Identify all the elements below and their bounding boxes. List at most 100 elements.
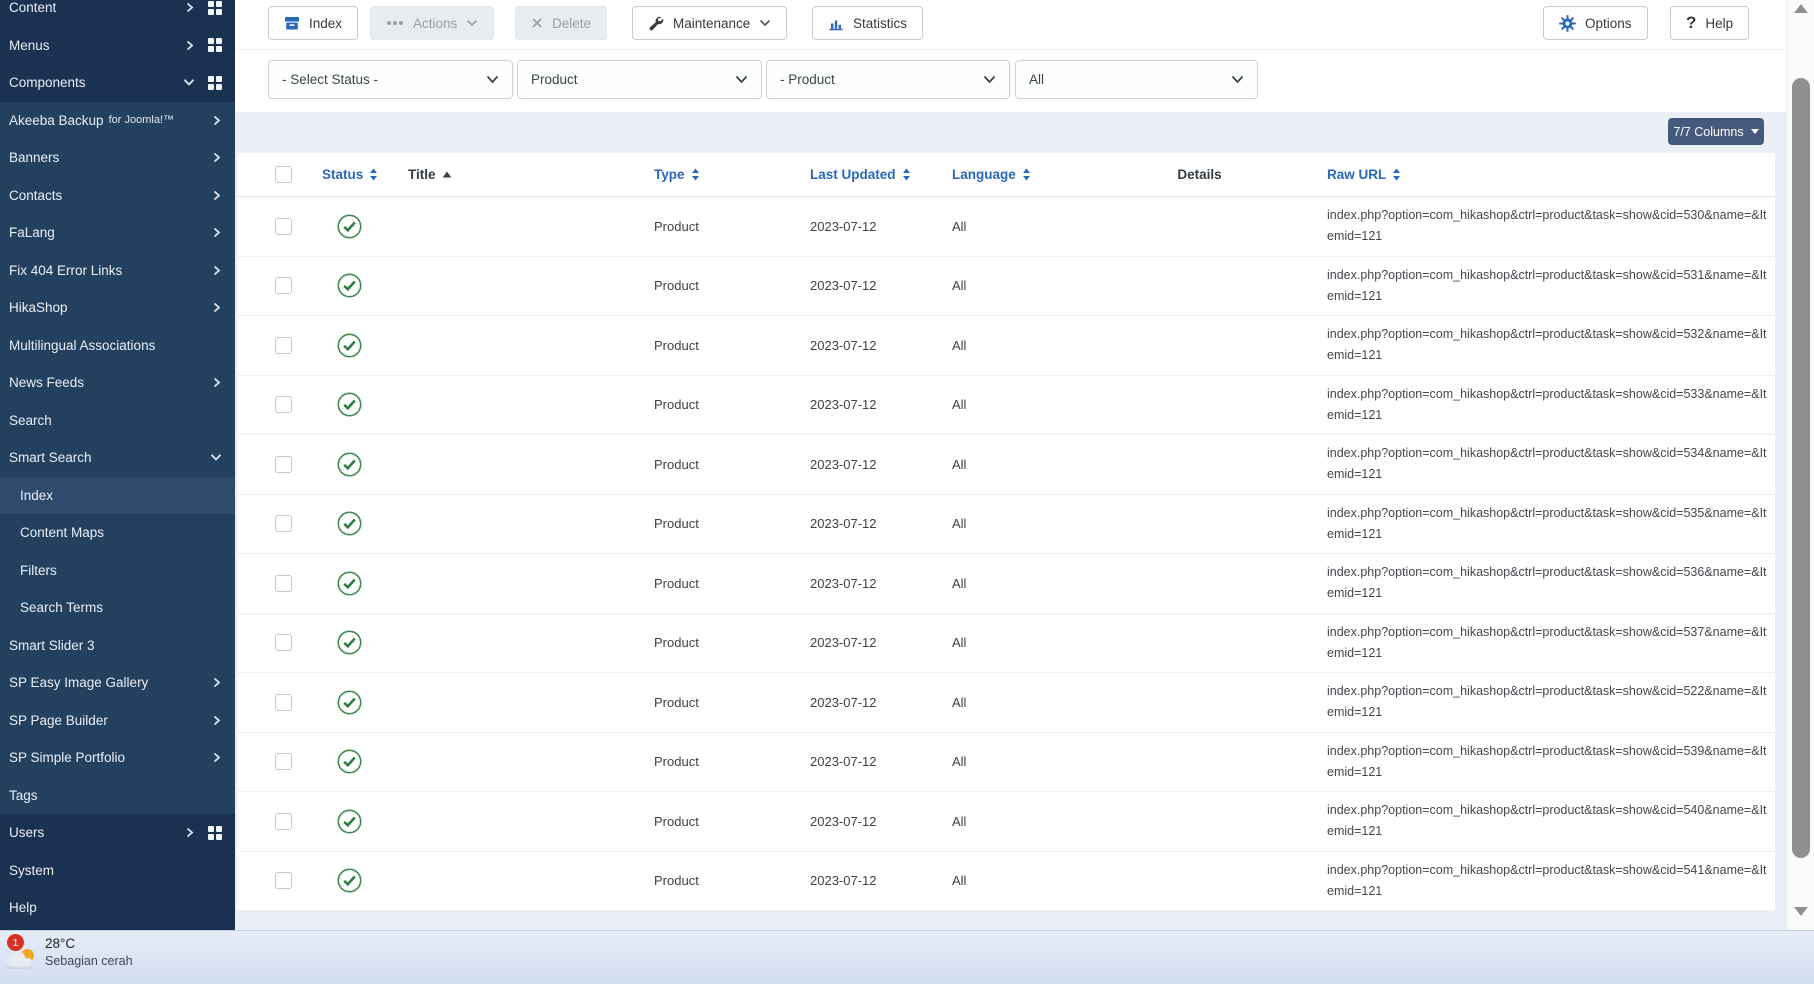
- row-checkbox[interactable]: [275, 574, 292, 592]
- row-checkbox[interactable]: [275, 872, 292, 890]
- row-checkbox[interactable]: [275, 277, 292, 295]
- sidebar-item-hikashop[interactable]: HikaShop: [0, 289, 235, 327]
- sidebar-item-users[interactable]: Users: [0, 814, 235, 852]
- scrollbar-down-arrow[interactable]: [1794, 907, 1808, 916]
- screen: Content Menus Components Akeeba Backup for J…: [0, 0, 1814, 984]
- status-published-icon[interactable]: [337, 630, 362, 655]
- maintenance-button-label: Maintenance: [673, 15, 751, 31]
- sidebar-item-tags[interactable]: Tags: [0, 777, 235, 815]
- row-raw-url: index.php?option=com_hikashop&ctrl=produ…: [1327, 386, 1767, 422]
- weather-widget[interactable]: 1 28°C Sebagian cerah: [4, 933, 164, 983]
- chevron-down-icon: [735, 75, 748, 84]
- status-published-icon[interactable]: [337, 868, 362, 893]
- sidebar-item-akeeba-backup[interactable]: Akeeba Backup for Joomla!™: [0, 102, 235, 140]
- row-raw-url: index.php?option=com_hikashop&ctrl=produ…: [1327, 743, 1767, 779]
- scrollbar-up-arrow[interactable]: [1794, 4, 1808, 13]
- sidebar-item-components[interactable]: Components: [0, 64, 235, 102]
- chevron-right-icon: [211, 265, 222, 276]
- sidebar-item-banners[interactable]: Banners: [0, 139, 235, 177]
- sidebar-item-multilingual-associations[interactable]: Multilingual Associations: [0, 327, 235, 365]
- sidebar-item-search-terms[interactable]: Search Terms: [0, 589, 235, 627]
- row-checkbox[interactable]: [275, 515, 292, 533]
- row-checkbox[interactable]: [275, 336, 292, 354]
- cloud-icon: [6, 951, 33, 969]
- row-status-cell: [307, 197, 392, 256]
- statistics-button[interactable]: Statistics: [812, 6, 924, 40]
- sidebar-item-label-suffix: for Joomla!™: [108, 114, 174, 127]
- columns-toggle-button[interactable]: 7/7 Columns: [1668, 118, 1764, 145]
- row-checkbox[interactable]: [275, 455, 292, 473]
- sidebar-item-system[interactable]: System: [0, 852, 235, 890]
- row-raw-url: index.php?option=com_hikashop&ctrl=produ…: [1327, 446, 1767, 482]
- column-header-label[interactable]: Raw URL: [1327, 167, 1386, 182]
- sidebar-item-index[interactable]: Index: [0, 476, 235, 514]
- row-type-cell: Product: [637, 554, 797, 613]
- column-header-label[interactable]: Title: [408, 167, 436, 182]
- sidebar-item-search[interactable]: Search: [0, 402, 235, 440]
- help-button[interactable]: ? Help: [1670, 6, 1750, 40]
- status-published-icon[interactable]: [337, 511, 362, 536]
- row-checkbox[interactable]: [275, 634, 292, 652]
- status-published-icon[interactable]: [337, 690, 362, 715]
- type-filter-select[interactable]: Product: [517, 60, 762, 99]
- status-published-icon[interactable]: [337, 214, 362, 239]
- status-published-icon[interactable]: [337, 333, 362, 358]
- sidebar-item-falang[interactable]: FaLang: [0, 214, 235, 252]
- scrollbar-thumb[interactable]: [1792, 78, 1810, 858]
- sidebar-item-smart-search[interactable]: Smart Search: [0, 439, 235, 477]
- statistics-button-label: Statistics: [853, 15, 908, 31]
- sidebar-item-sp-easy-image-gallery[interactable]: SP Easy Image Gallery: [0, 664, 235, 702]
- select-all-checkbox[interactable]: [275, 166, 292, 183]
- row-title-cell: [392, 554, 637, 613]
- status-filter-select[interactable]: - Select Status -: [268, 60, 513, 99]
- column-header-raw-url: Raw URL: [1327, 153, 1775, 196]
- sidebar-item-label: Smart Slider 3: [9, 637, 95, 653]
- sidebar-item-meta: [211, 677, 222, 688]
- status-published-icon[interactable]: [337, 452, 362, 477]
- status-published-icon[interactable]: [337, 571, 362, 596]
- delete-button-label: Delete: [552, 15, 592, 31]
- status-published-icon[interactable]: [337, 749, 362, 774]
- sidebar-item-help[interactable]: Help: [0, 889, 235, 927]
- row-rawurl-cell: index.php?option=com_hikashop&ctrl=produ…: [1327, 554, 1775, 613]
- sidebar-item-content[interactable]: Content: [0, 0, 235, 27]
- status-published-icon[interactable]: [337, 809, 362, 834]
- sidebar-item-label: SP Easy Image Gallery: [9, 675, 149, 691]
- sidebar-item-menus[interactable]: Menus: [0, 27, 235, 65]
- row-raw-url: index.php?option=com_hikashop&ctrl=produ…: [1327, 327, 1767, 363]
- column-header-label[interactable]: Last Updated: [810, 167, 896, 182]
- row-last-updated: 2023-07-12: [810, 516, 877, 532]
- sidebar-item-sp-simple-portfolio[interactable]: SP Simple Portfolio: [0, 739, 235, 777]
- row-checkbox[interactable]: [275, 693, 292, 711]
- row-details-cell: [1072, 554, 1327, 613]
- row-checkbox[interactable]: [275, 812, 292, 830]
- row-checkbox[interactable]: [275, 217, 292, 235]
- row-type: Product: [654, 575, 699, 591]
- row-checkbox[interactable]: [275, 396, 292, 414]
- language-filter-select[interactable]: All: [1015, 60, 1258, 99]
- sidebar-item-fix-404-error-links[interactable]: Fix 404 Error Links: [0, 252, 235, 290]
- sidebar-item-meta: [211, 115, 222, 126]
- sidebar-item-sp-page-builder[interactable]: SP Page Builder: [0, 702, 235, 740]
- content-map-filter-select[interactable]: - Product: [766, 60, 1010, 99]
- column-header-details: Details: [1072, 153, 1327, 196]
- status-published-icon[interactable]: [337, 392, 362, 417]
- row-title-cell: [392, 316, 637, 375]
- sidebar-item-contacts[interactable]: Contacts: [0, 177, 235, 215]
- row-checkbox[interactable]: [275, 753, 292, 771]
- sidebar-item-content-maps[interactable]: Content Maps: [0, 514, 235, 552]
- maintenance-button[interactable]: Maintenance: [632, 6, 788, 40]
- column-header-label[interactable]: Language: [952, 167, 1016, 182]
- options-button[interactable]: Options: [1543, 6, 1648, 40]
- sidebar-item-news-feeds[interactable]: News Feeds: [0, 364, 235, 402]
- sidebar-item-label: Filters: [20, 562, 57, 578]
- row-language: All: [952, 635, 967, 651]
- index-button[interactable]: Index: [268, 6, 359, 40]
- row-type-cell: Product: [637, 614, 797, 673]
- sidebar-item-smart-slider-3[interactable]: Smart Slider 3: [0, 627, 235, 665]
- column-header-label[interactable]: Type: [654, 167, 685, 182]
- sidebar-item-filters[interactable]: Filters: [0, 552, 235, 590]
- row-select-cell: [237, 733, 307, 792]
- status-published-icon[interactable]: [337, 273, 362, 298]
- column-header-label[interactable]: Status: [322, 167, 363, 182]
